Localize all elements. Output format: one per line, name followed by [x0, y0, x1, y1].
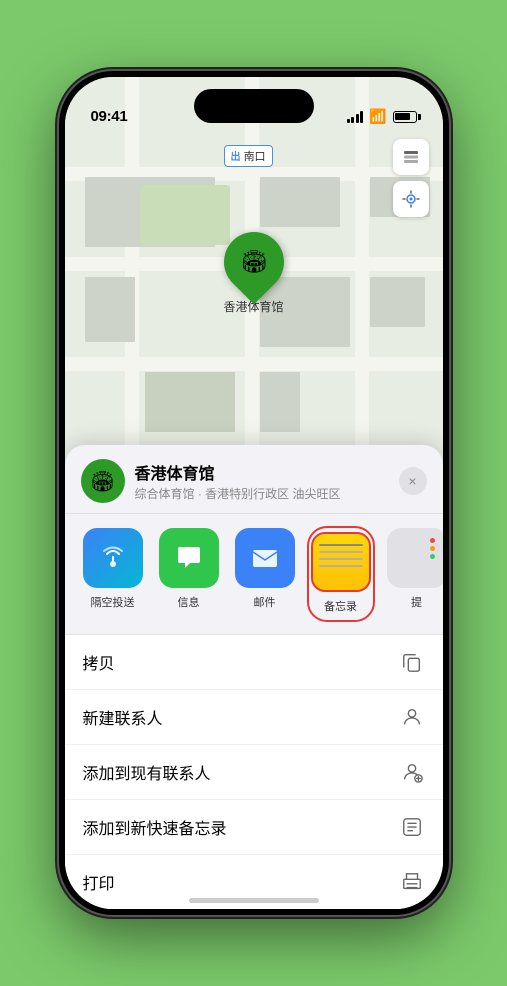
new-contact-label: 新建联系人 [83, 705, 163, 729]
venue-logo-emoji: 🏟 [90, 469, 115, 494]
mail-icon-box [235, 528, 295, 588]
action-new-contact[interactable]: 新建联系人 [65, 690, 443, 745]
share-item-airdrop[interactable]: 隔空投送 [81, 528, 145, 620]
map-entrance-label: 出 南口 [224, 145, 273, 167]
action-copy[interactable]: 拷贝 [65, 635, 443, 690]
print-icon [399, 869, 425, 895]
bottom-sheet: 🏟 香港体育馆 综合体育馆 · 香港特别行政区 油尖旺区 × [65, 445, 443, 909]
more-label: 提 [411, 594, 422, 610]
print-label: 打印 [83, 870, 115, 894]
action-quick-note[interactable]: 添加到新快速备忘录 [65, 800, 443, 855]
airdrop-icon-box [83, 528, 143, 588]
add-contact-icon [399, 759, 425, 785]
messages-label: 信息 [178, 594, 200, 610]
copy-label: 拷贝 [83, 650, 115, 674]
map-layers-button[interactable] [393, 139, 429, 175]
wifi-icon: 📶 [369, 108, 386, 125]
share-item-notes[interactable]: 备忘录 [309, 528, 373, 620]
location-pin: 🏟 香港体育馆 [223, 232, 283, 315]
share-row: 隔空投送 信息 [65, 514, 443, 635]
map-area: 出 南口 🏟 香港体育馆 [65, 77, 443, 497]
action-list: 拷贝 新建联系人 [65, 635, 443, 909]
new-contact-icon [399, 704, 425, 730]
mail-label: 邮件 [254, 594, 276, 610]
venue-name: 香港体育馆 [135, 460, 399, 484]
sheet-header: 🏟 香港体育馆 综合体育馆 · 香港特别行政区 油尖旺区 × [65, 445, 443, 514]
share-item-more[interactable]: 提 [385, 528, 443, 620]
more-icon-box [387, 528, 443, 588]
messages-icon-box [159, 528, 219, 588]
close-button[interactable]: × [399, 467, 427, 495]
quick-note-label: 添加到新快速备忘录 [83, 815, 227, 839]
notes-label: 备忘录 [324, 598, 357, 614]
airdrop-label: 隔空投送 [91, 594, 135, 610]
add-contact-label: 添加到现有联系人 [83, 760, 211, 784]
notes-lines [319, 544, 363, 572]
action-add-contact[interactable]: 添加到现有联系人 [65, 745, 443, 800]
dynamic-island [194, 89, 314, 123]
signal-bars-icon [347, 111, 364, 123]
venue-description: 综合体育馆 · 香港特别行政区 油尖旺区 [135, 485, 399, 502]
venue-logo: 🏟 [81, 459, 125, 503]
home-indicator [189, 898, 319, 903]
phone-frame: 09:41 📶 [59, 71, 449, 915]
status-time: 09:41 [91, 108, 128, 125]
share-item-messages[interactable]: 信息 [157, 528, 221, 620]
copy-icon [399, 649, 425, 675]
pin-emoji: 🏟 [240, 249, 268, 275]
map-controls [393, 139, 429, 223]
quick-note-icon [399, 814, 425, 840]
battery-icon [393, 111, 417, 123]
map-location-button[interactable] [393, 181, 429, 217]
notes-icon-box [311, 532, 371, 592]
venue-info: 香港体育馆 综合体育馆 · 香港特别行政区 油尖旺区 [135, 460, 399, 502]
status-icons: 📶 [347, 108, 417, 125]
phone-screen: 09:41 📶 [65, 77, 443, 909]
share-item-mail[interactable]: 邮件 [233, 528, 297, 620]
